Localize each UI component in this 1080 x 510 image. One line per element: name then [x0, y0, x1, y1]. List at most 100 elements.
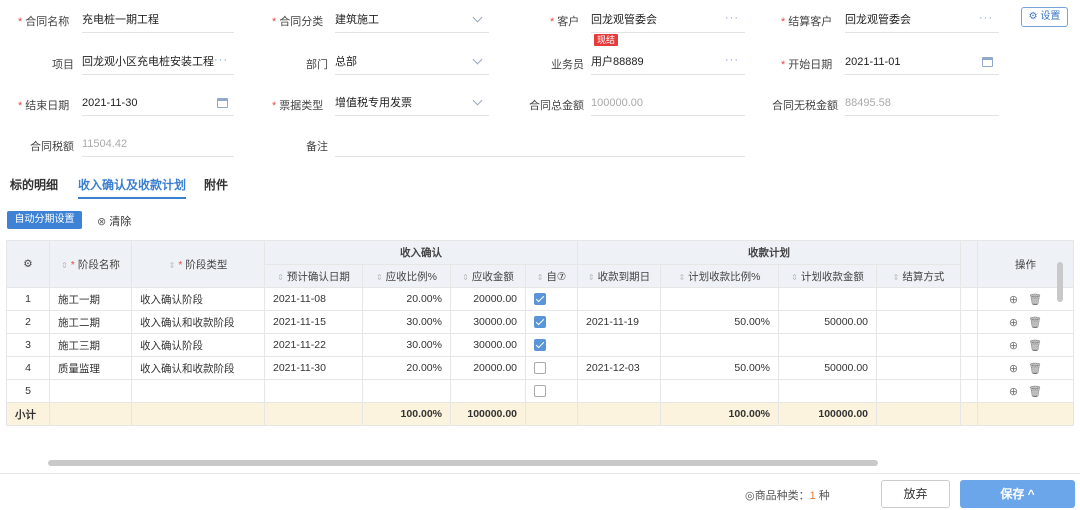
- plan-amount-cell[interactable]: [778, 333, 877, 357]
- salesman-field[interactable]: 用户88889 ···: [591, 49, 745, 75]
- auto-checkbox[interactable]: [534, 385, 546, 398]
- plan-ratio-cell[interactable]: 50.00%: [660, 356, 779, 380]
- amount-cell[interactable]: 30000.00: [450, 333, 526, 357]
- due-date-cell[interactable]: 2021-12-03: [577, 356, 661, 380]
- more-icon[interactable]: ···: [214, 47, 228, 73]
- stage-name-cell[interactable]: [49, 379, 132, 403]
- stage-type-header[interactable]: ⇕ * 阶段类型: [131, 240, 265, 288]
- plan-ratio-cell[interactable]: [660, 287, 779, 311]
- confirm-date-cell[interactable]: 2021-11-08: [264, 287, 363, 311]
- auto-checkbox[interactable]: [534, 293, 546, 306]
- confirm-date-cell[interactable]: [264, 379, 363, 403]
- add-row-icon[interactable]: ⊕: [1009, 386, 1018, 398]
- amount-header[interactable]: ⇕ 应收金额: [450, 264, 526, 288]
- tab-attachments[interactable]: 附件: [204, 176, 228, 193]
- amount-cell[interactable]: 20000.00: [450, 356, 526, 380]
- plan-amount-cell[interactable]: 50000.00: [778, 356, 877, 380]
- auto-checkbox[interactable]: [534, 316, 546, 329]
- dept-select[interactable]: 总部: [335, 49, 489, 75]
- method-cell[interactable]: [876, 356, 961, 380]
- due-date-cell[interactable]: 2021-11-19: [577, 310, 661, 334]
- plan-ratio-cell[interactable]: 50.00%: [660, 310, 779, 334]
- contract-name-field[interactable]: 充电桩一期工程: [82, 7, 234, 33]
- confirm-date-header[interactable]: ⇕ 预计确认日期: [264, 264, 363, 288]
- more-icon[interactable]: ···: [979, 5, 993, 31]
- tab-item-detail[interactable]: 标的明细: [10, 176, 58, 193]
- auto-checkbox[interactable]: [534, 362, 546, 375]
- more-icon[interactable]: ···: [725, 47, 739, 73]
- settle-customer-field[interactable]: 回龙观管委会 ···: [845, 7, 999, 33]
- customer-field[interactable]: 回龙观管委会 ···: [591, 7, 745, 33]
- vertical-scrollbar[interactable]: [1057, 262, 1063, 302]
- stage-type-cell[interactable]: 收入确认阶段: [131, 287, 265, 311]
- table-row[interactable]: 5 ⊕ 🗑: [6, 379, 1074, 403]
- add-row-icon[interactable]: ⊕: [1009, 363, 1018, 375]
- save-button[interactable]: 保存 ^: [960, 480, 1075, 508]
- auto-checkbox[interactable]: [534, 339, 546, 352]
- ratio-cell[interactable]: 20.00%: [362, 287, 451, 311]
- method-cell[interactable]: [876, 379, 961, 403]
- horizontal-scrollbar[interactable]: [48, 460, 878, 466]
- plan-ratio-header[interactable]: ⇕ 计划收款比例%: [660, 264, 779, 288]
- ratio-cell[interactable]: 30.00%: [362, 333, 451, 357]
- more-icon[interactable]: ···: [725, 5, 739, 31]
- clear-button[interactable]: ⊗ 清除: [97, 213, 131, 229]
- ratio-cell[interactable]: 20.00%: [362, 356, 451, 380]
- confirm-date-cell[interactable]: 2021-11-30: [264, 356, 363, 380]
- method-header[interactable]: ⇕ 结算方式: [876, 264, 961, 288]
- calendar-icon[interactable]: [217, 98, 228, 108]
- method-cell[interactable]: [876, 333, 961, 357]
- plan-amount-cell[interactable]: [778, 379, 877, 403]
- auto-installment-button[interactable]: 自动分期设置: [7, 211, 82, 229]
- delete-icon[interactable]: 🗑: [1028, 294, 1042, 306]
- auto-header[interactable]: ⇕ 自⑦: [525, 264, 578, 288]
- due-date-header[interactable]: ⇕ 收款到期日: [577, 264, 661, 288]
- amount-cell[interactable]: [450, 379, 526, 403]
- add-row-icon[interactable]: ⊕: [1009, 317, 1018, 329]
- confirm-date-cell[interactable]: 2021-11-22: [264, 333, 363, 357]
- add-row-icon[interactable]: ⊕: [1009, 340, 1018, 352]
- due-date-cell[interactable]: [577, 287, 661, 311]
- invoice-type-select[interactable]: 增值税专用发票: [335, 90, 489, 116]
- ratio-header[interactable]: ⇕ 应收比例%: [362, 264, 451, 288]
- delete-icon[interactable]: 🗑: [1028, 340, 1042, 352]
- plan-ratio-cell[interactable]: [660, 333, 779, 357]
- confirm-date-cell[interactable]: 2021-11-15: [264, 310, 363, 334]
- stage-type-cell[interactable]: 收入确认阶段: [131, 333, 265, 357]
- plan-amount-cell[interactable]: [778, 287, 877, 311]
- stage-name-cell[interactable]: 质量监理: [49, 356, 132, 380]
- start-date-field[interactable]: 2021-11-01: [845, 49, 999, 75]
- stage-name-cell[interactable]: 施工二期: [49, 310, 132, 334]
- delete-icon[interactable]: 🗑: [1028, 317, 1042, 329]
- plan-ratio-cell[interactable]: [660, 379, 779, 403]
- plan-amount-header[interactable]: ⇕ 计划收款金额: [778, 264, 877, 288]
- tab-income-plan[interactable]: 收入确认及收款计划: [78, 176, 187, 199]
- add-row-icon[interactable]: ⊕: [1009, 294, 1018, 306]
- table-row[interactable]: 1 施工一期 收入确认阶段 2021-11-08 20.00% 20000.00 ⊕ 🗑: [6, 287, 1074, 311]
- cancel-button[interactable]: 放弃: [881, 480, 950, 508]
- delete-icon[interactable]: 🗑: [1028, 363, 1042, 375]
- delete-icon[interactable]: 🗑: [1028, 386, 1042, 398]
- end-date-field[interactable]: 2021-11-30: [82, 90, 234, 116]
- amount-cell[interactable]: 30000.00: [450, 310, 526, 334]
- stage-name-cell[interactable]: 施工三期: [49, 333, 132, 357]
- stage-name-header[interactable]: ⇕ * 阶段名称: [49, 240, 132, 288]
- due-date-cell[interactable]: [577, 333, 661, 357]
- project-field[interactable]: 回龙观小区充电桩安装工程 ···: [82, 49, 234, 75]
- method-cell[interactable]: [876, 287, 961, 311]
- stage-name-cell[interactable]: 施工一期: [49, 287, 132, 311]
- due-date-cell[interactable]: [577, 379, 661, 403]
- stage-type-cell[interactable]: 收入确认和收款阶段: [131, 356, 265, 380]
- ratio-cell[interactable]: [362, 379, 451, 403]
- table-row[interactable]: 2 施工二期 收入确认和收款阶段 2021-11-15 30.00% 30000.00 20…: [6, 310, 1074, 334]
- plan-amount-cell[interactable]: 50000.00: [778, 310, 877, 334]
- table-row[interactable]: 4 质量监理 收入确认和收款阶段 2021-11-30 20.00% 20000.00 20…: [6, 356, 1074, 380]
- stage-type-cell[interactable]: 收入确认和收款阶段: [131, 310, 265, 334]
- ratio-cell[interactable]: 30.00%: [362, 310, 451, 334]
- settings-button[interactable]: ⚙ 设置: [1021, 7, 1068, 27]
- contract-type-select[interactable]: 建筑施工: [335, 7, 489, 33]
- column-settings-header[interactable]: ⚙: [6, 240, 50, 288]
- amount-cell[interactable]: 20000.00: [450, 287, 526, 311]
- remark-field[interactable]: [335, 131, 745, 157]
- method-cell[interactable]: [876, 310, 961, 334]
